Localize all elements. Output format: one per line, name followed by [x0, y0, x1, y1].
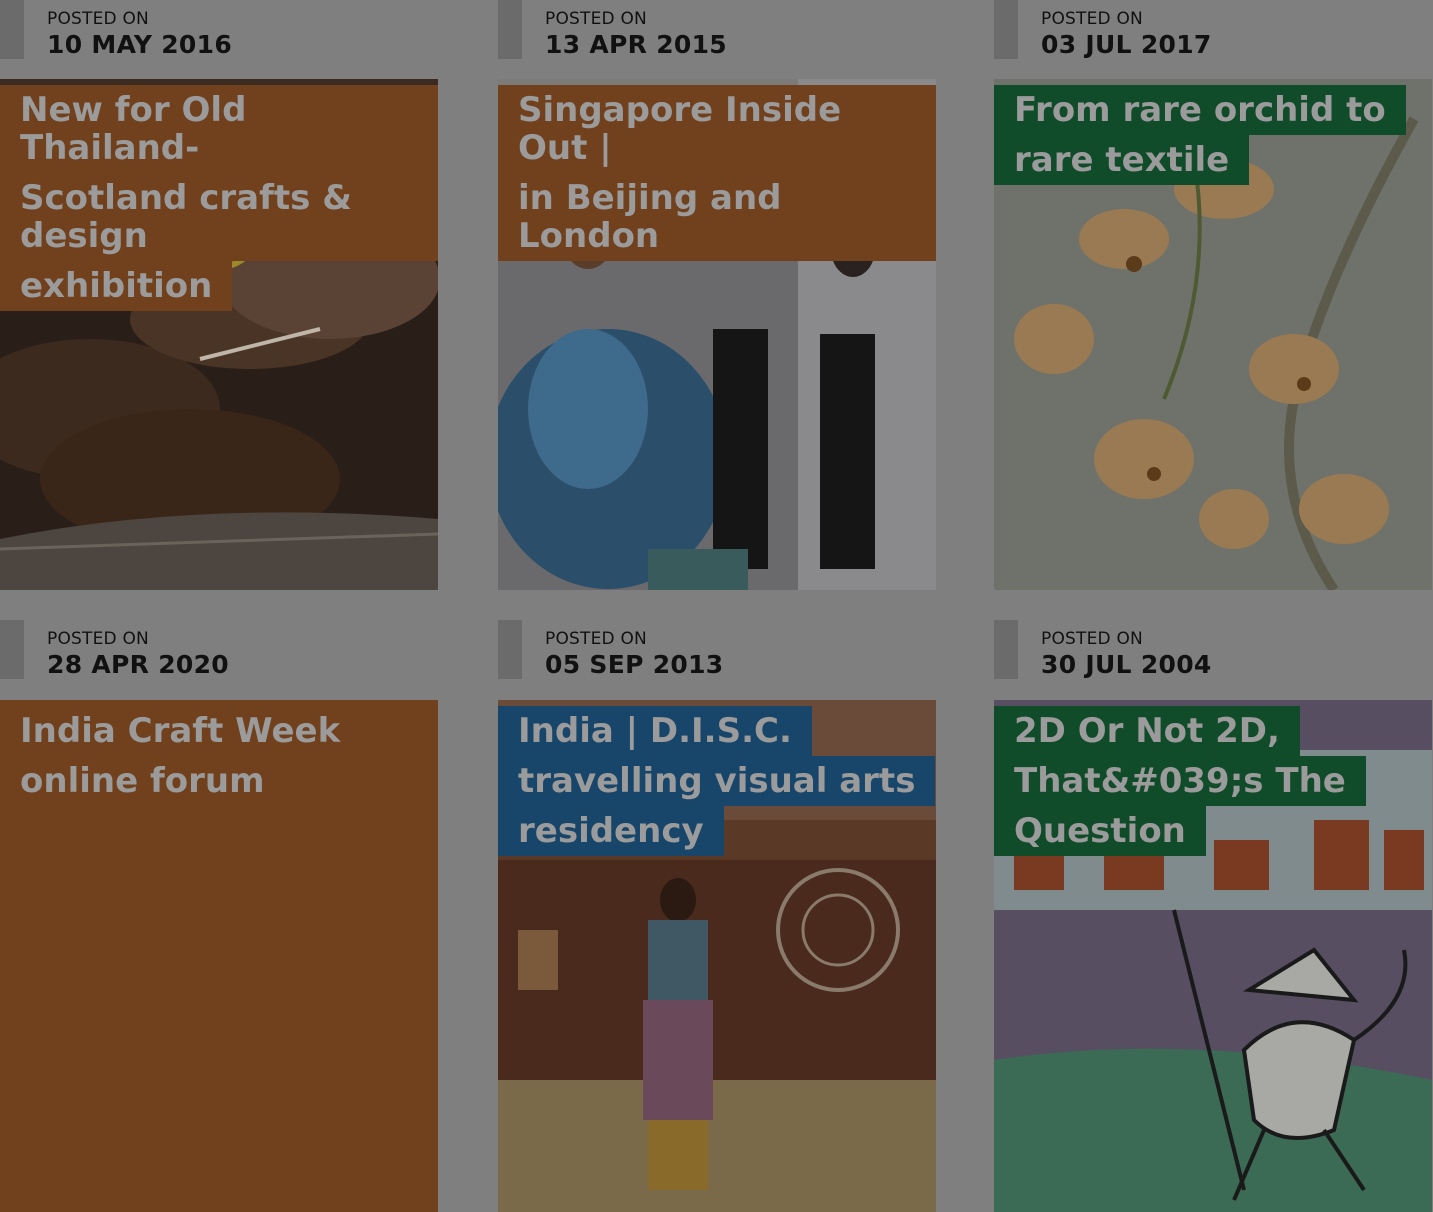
date-accent-bar: [994, 0, 1018, 59]
posted-on-label: POSTED ON: [545, 9, 647, 29]
post-meta: POSTED ON 03 JUL 2017: [994, 0, 1433, 80]
post-title-line: Singapore Inside Out |: [498, 85, 936, 173]
post-title-line: exhibition: [0, 261, 233, 311]
post-title[interactable]: From rare orchid to rare textile: [994, 85, 1406, 185]
post-card[interactable]: POSTED ON 05 SEP 2013 India | D.I.S.C. t…: [498, 620, 936, 1212]
date-accent-bar: [498, 620, 522, 679]
post-title[interactable]: New for Old Thailand- Scotland crafts & …: [0, 85, 438, 311]
post-date: 10 MAY 2016: [47, 30, 233, 59]
post-meta: POSTED ON 10 MAY 2016: [0, 0, 440, 80]
post-title-line: India Craft Week: [0, 706, 361, 756]
post-title-line: 2D Or Not 2D,: [994, 706, 1300, 756]
post-card[interactable]: POSTED ON 13 APR 2015 Singapore Inside O…: [498, 0, 936, 590]
posted-on-label: POSTED ON: [545, 629, 647, 649]
date-accent-bar: [994, 620, 1018, 679]
posted-on-label: POSTED ON: [1041, 629, 1143, 649]
date-accent-bar: [0, 0, 24, 59]
post-title-line: in Beijing and London: [498, 173, 936, 261]
post-card[interactable]: POSTED ON 30 JUL 2004 2D Or Not 2D, That…: [994, 620, 1432, 1212]
post-title-line: New for Old Thailand-: [0, 85, 438, 173]
post-title-line: India | D.I.S.C.: [498, 706, 812, 756]
post-date: 13 APR 2015: [545, 30, 727, 59]
post-date: 30 JUL 2004: [1041, 650, 1212, 679]
post-card[interactable]: POSTED ON 03 JUL 2017 From rare orchid t…: [994, 0, 1432, 590]
post-title-line: From rare orchid to: [994, 85, 1406, 135]
post-title-line: Scotland crafts & design: [0, 173, 438, 261]
post-title-line: travelling visual arts: [498, 756, 936, 806]
post-grid: POSTED ON 10 MAY 2016 New for Old Thaila…: [0, 0, 1433, 1212]
posted-on-label: POSTED ON: [47, 629, 149, 649]
post-card[interactable]: POSTED ON 28 APR 2020 India Craft Week o…: [0, 620, 438, 1212]
date-accent-bar: [498, 0, 522, 59]
post-date: 03 JUL 2017: [1041, 30, 1212, 59]
post-meta: POSTED ON 30 JUL 2004: [994, 620, 1433, 700]
post-card[interactable]: POSTED ON 10 MAY 2016 New for Old Thaila…: [0, 0, 438, 590]
post-title-line: online forum: [0, 756, 285, 806]
post-meta: POSTED ON 13 APR 2015: [498, 0, 938, 80]
post-date: 05 SEP 2013: [545, 650, 724, 679]
post-title-line: Question: [994, 806, 1206, 856]
posted-on-label: POSTED ON: [47, 9, 149, 29]
posted-on-label: POSTED ON: [1041, 9, 1143, 29]
post-date: 28 APR 2020: [47, 650, 229, 679]
post-title-line: residency: [498, 806, 724, 856]
post-title-line: rare textile: [994, 135, 1250, 185]
post-meta: POSTED ON 05 SEP 2013: [498, 620, 938, 700]
post-meta: POSTED ON 28 APR 2020: [0, 620, 440, 700]
post-title[interactable]: India | D.I.S.C. travelling visual arts …: [498, 706, 936, 856]
post-title[interactable]: India Craft Week online forum: [0, 706, 361, 806]
date-accent-bar: [0, 620, 24, 679]
post-title-line: That&#039;s The: [994, 756, 1366, 806]
post-title[interactable]: Singapore Inside Out | in Beijing and Lo…: [498, 85, 936, 261]
post-title[interactable]: 2D Or Not 2D, That&#039;s The Question: [994, 706, 1366, 856]
